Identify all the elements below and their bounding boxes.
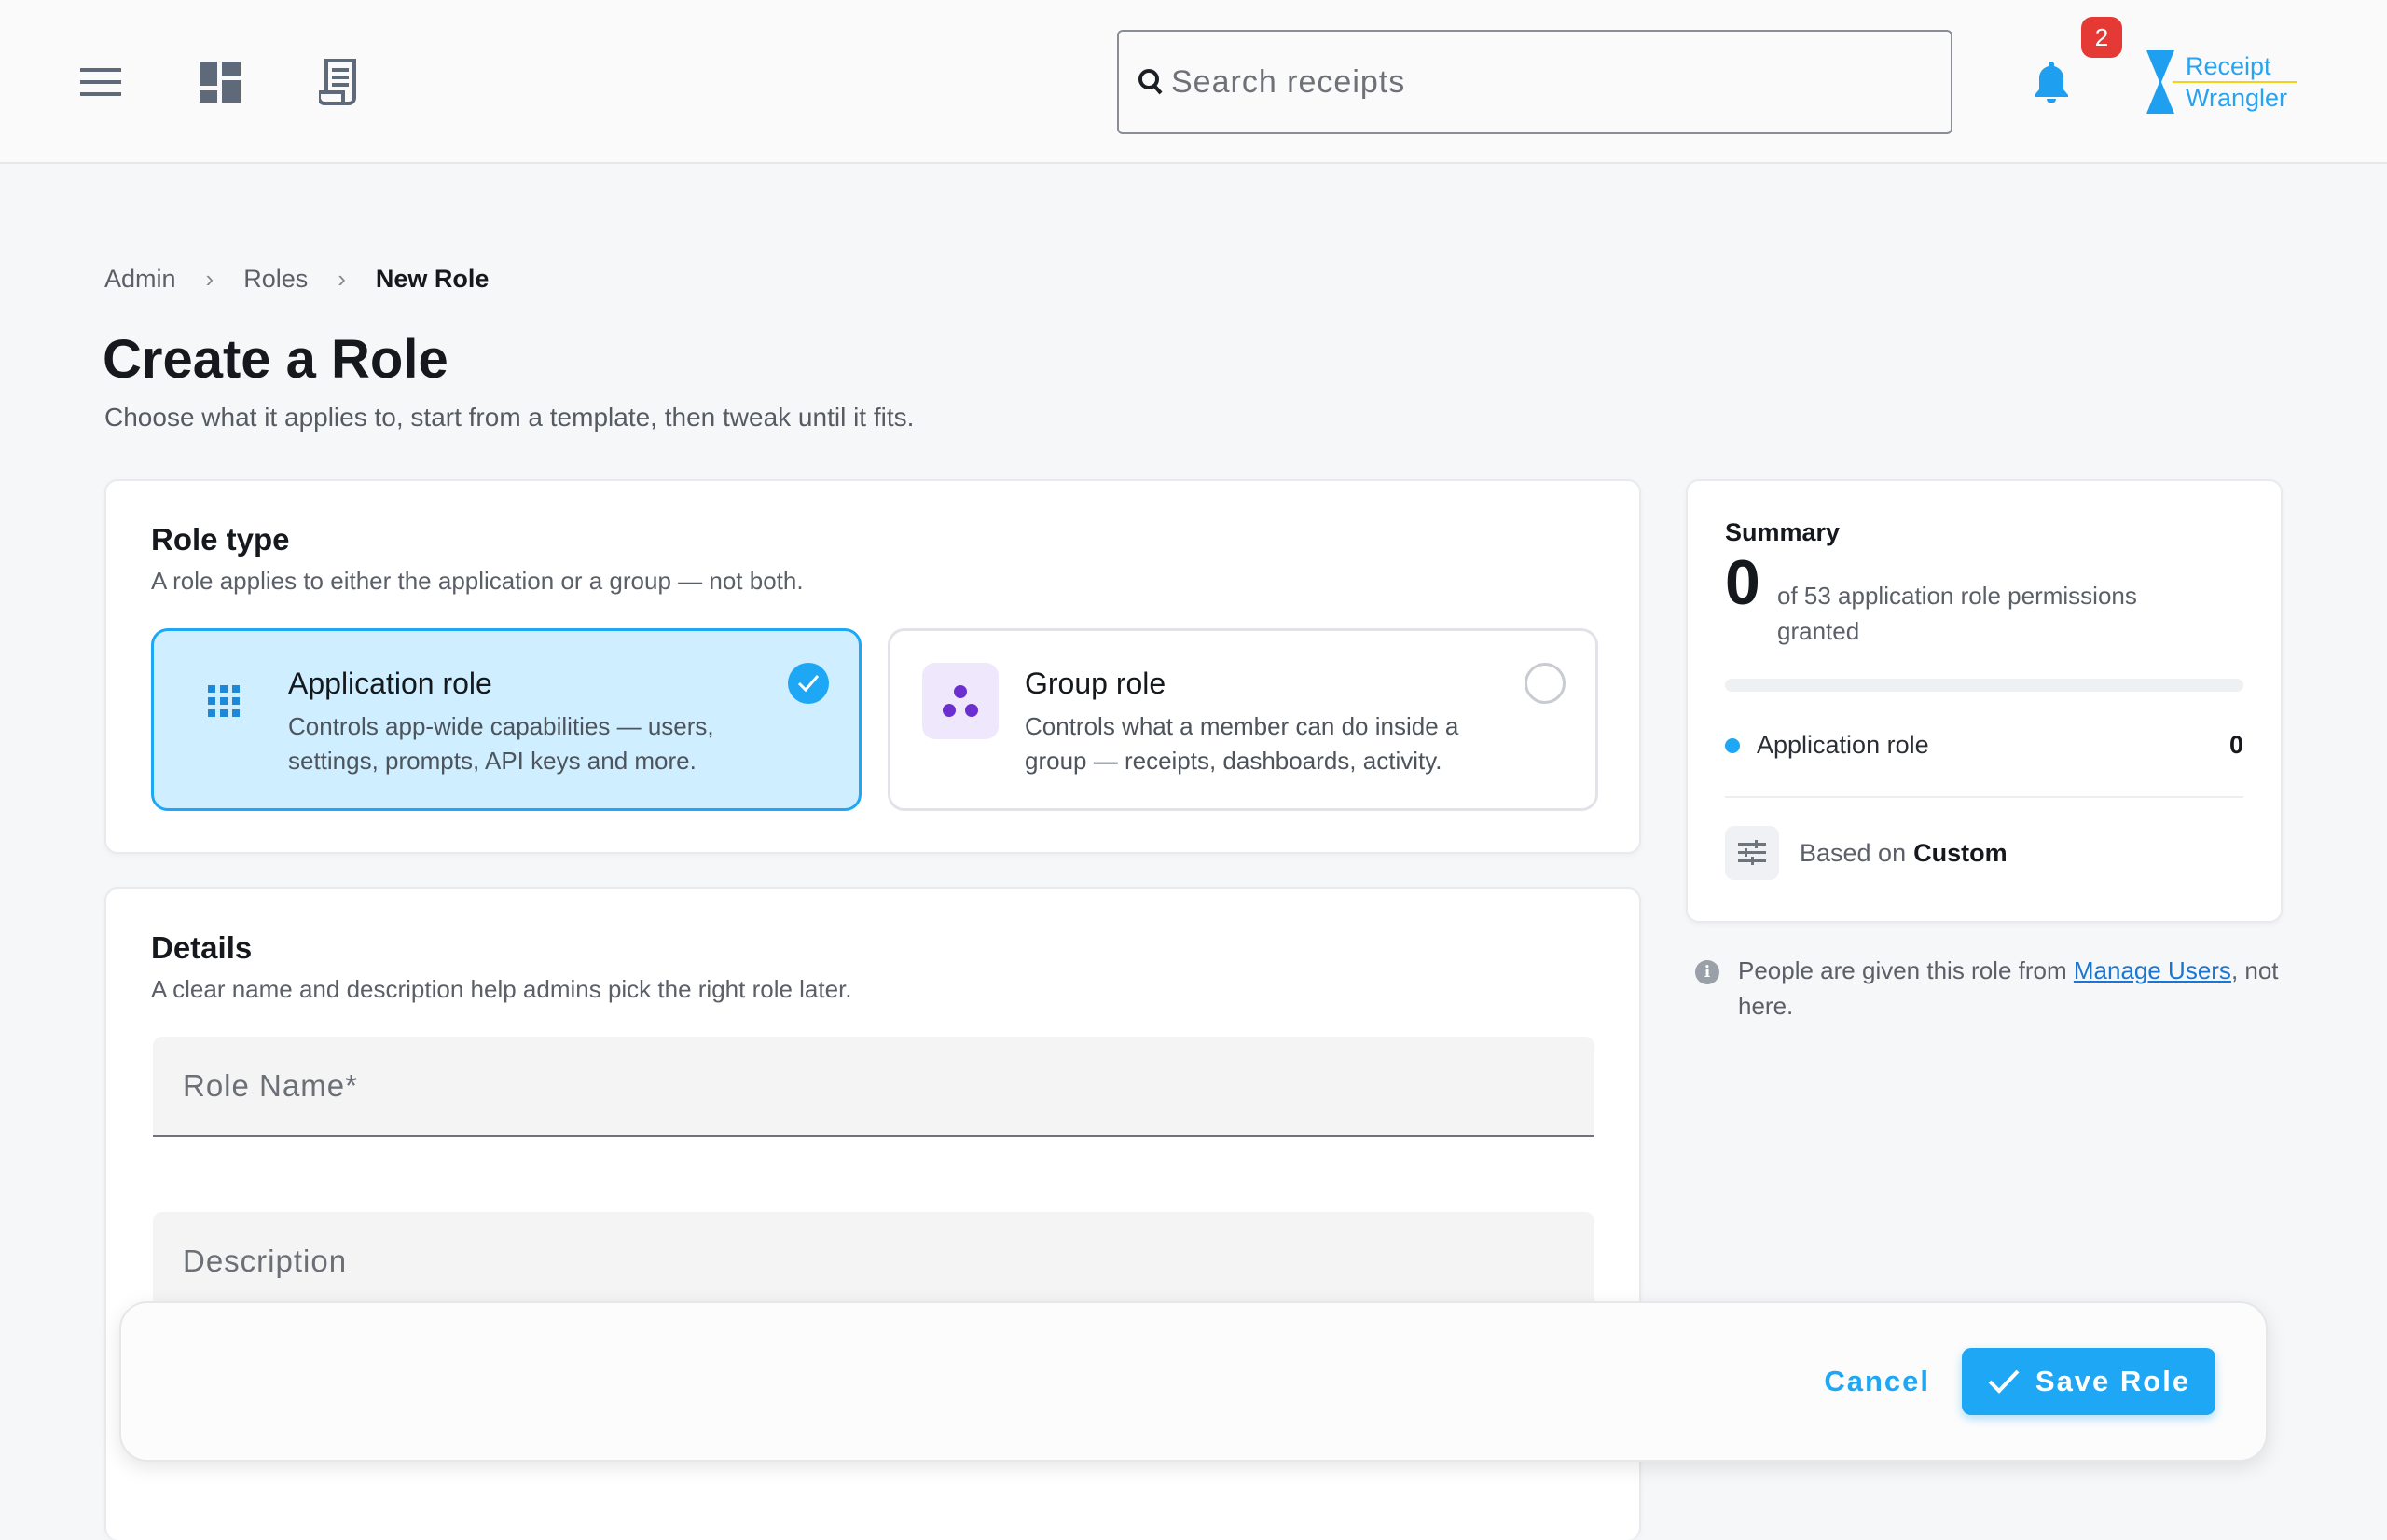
bell-icon[interactable] bbox=[2033, 60, 2079, 110]
summary-title: Summary bbox=[1725, 518, 1841, 546]
role-name-input[interactable] bbox=[153, 1037, 1594, 1135]
search-icon bbox=[1138, 69, 1163, 95]
option-description: Controls what a member can do inside a g… bbox=[1025, 712, 1459, 775]
option-description: Controls app-wide capabilities — users, … bbox=[288, 712, 714, 775]
check-circle-icon bbox=[788, 663, 829, 704]
details-title: Details bbox=[151, 930, 253, 965]
granted-count: 0 bbox=[1725, 547, 1760, 618]
logo-text: Receipt Wrangler bbox=[2186, 52, 2288, 112]
group-icon bbox=[922, 663, 999, 739]
notification-badge: 2 bbox=[2081, 17, 2122, 58]
breadcrumb-roles[interactable]: Roles bbox=[243, 265, 308, 294]
role-type-subtitle: A role applies to either the application… bbox=[151, 567, 804, 595]
permissions-progress-bar bbox=[1725, 679, 2243, 692]
summary-card: Summary 0 of 53 application role permiss… bbox=[1686, 479, 2283, 923]
info-note: i People are given this role from Manage… bbox=[1695, 953, 2279, 1024]
based-on-value: Custom bbox=[1913, 838, 2008, 867]
note-prefix: People are given this role from bbox=[1738, 956, 2074, 984]
summary-row-label: Application role bbox=[1757, 731, 1929, 759]
breadcrumb-current: New Role bbox=[375, 265, 490, 293]
breadcrumb: Admin › Roles › New Role bbox=[104, 265, 489, 294]
option-title: Application role bbox=[288, 667, 492, 700]
top-bar: 2 Receipt Wrangler bbox=[0, 0, 2387, 164]
summary-row-count: 0 bbox=[2228, 731, 2243, 759]
tune-icon bbox=[1725, 826, 1779, 880]
search-input[interactable] bbox=[1171, 63, 1936, 101]
save-role-button[interactable]: Save Role bbox=[1962, 1348, 2215, 1415]
role-type-card: Role type A role applies to either the a… bbox=[104, 479, 1641, 854]
receipt-icon[interactable] bbox=[311, 54, 367, 110]
page-subtitle: Choose what it applies to, start from a … bbox=[104, 403, 915, 432]
chevron-right-icon: › bbox=[205, 265, 214, 293]
grid-icon bbox=[186, 663, 262, 739]
save-role-label: Save Role bbox=[2035, 1365, 2191, 1397]
menu-icon[interactable] bbox=[73, 54, 129, 110]
check-icon bbox=[1988, 1369, 2020, 1394]
group-role-option[interactable]: Group role Controls what a member can do… bbox=[888, 628, 1598, 811]
granted-description: of 53 application role permissions grant… bbox=[1777, 582, 2137, 645]
option-title: Group role bbox=[1025, 667, 1166, 700]
application-role-option[interactable]: Application role Controls app-wide capab… bbox=[151, 628, 862, 811]
based-on-label: Based on bbox=[1800, 838, 1907, 867]
breadcrumb-admin[interactable]: Admin bbox=[104, 265, 176, 294]
cancel-button[interactable]: Cancel bbox=[1824, 1365, 1930, 1398]
summary-row: Application role 0 bbox=[1725, 731, 2243, 760]
divider bbox=[1725, 796, 2243, 798]
status-dot bbox=[1725, 737, 1740, 753]
role-type-title: Role type bbox=[151, 522, 290, 557]
manage-users-link[interactable]: Manage Users bbox=[2074, 956, 2231, 984]
based-on: Based on Custom bbox=[1725, 826, 2008, 880]
role-name-field[interactable] bbox=[153, 1037, 1594, 1137]
page-title: Create a Role bbox=[103, 329, 448, 390]
action-bar: Cancel Save Role bbox=[119, 1301, 2268, 1462]
dashboard-icon[interactable] bbox=[192, 54, 248, 110]
radio-empty-icon bbox=[1525, 663, 1566, 704]
details-subtitle: A clear name and description help admins… bbox=[151, 975, 852, 1003]
info-icon: i bbox=[1695, 960, 1719, 984]
search-field[interactable] bbox=[1117, 30, 1952, 134]
chevron-right-icon: › bbox=[338, 265, 346, 293]
